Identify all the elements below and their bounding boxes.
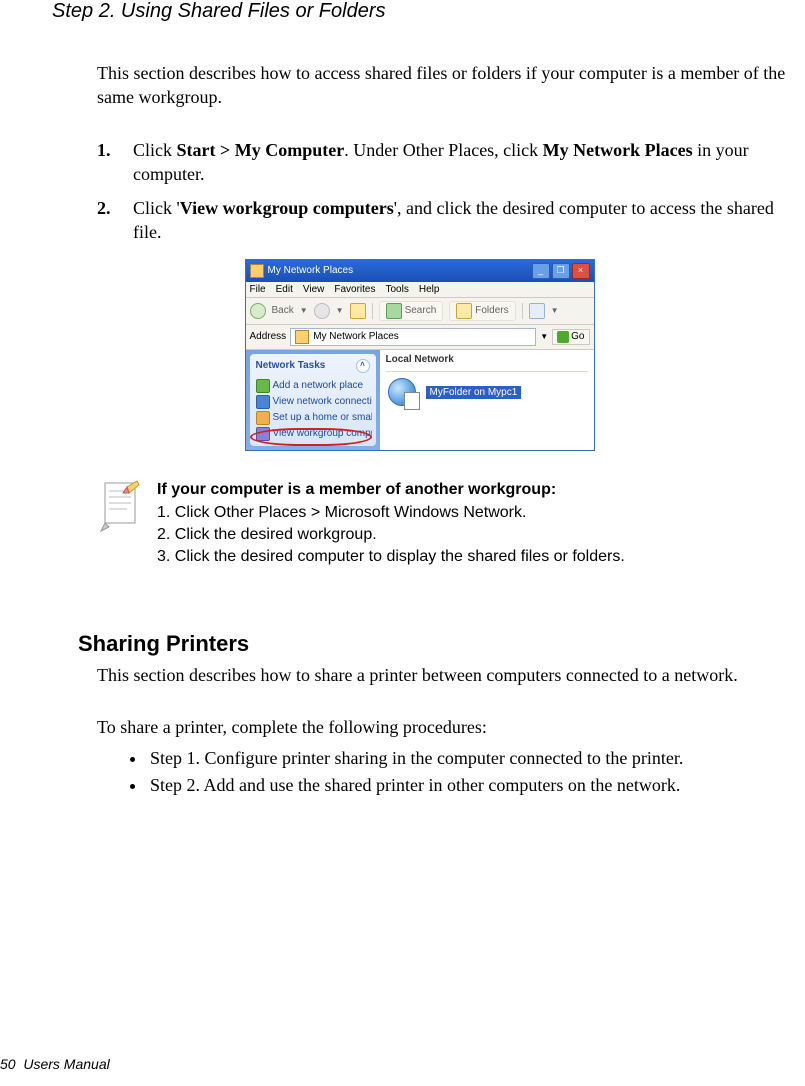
- text: . Under Other Places, click: [344, 140, 542, 160]
- add-place-icon: [256, 379, 270, 393]
- menu-item: File: [250, 284, 266, 295]
- connections-icon: [256, 395, 270, 409]
- menu-bar: File Edit View Favorites Tools Help: [246, 282, 594, 298]
- up-icon: [350, 303, 366, 319]
- list-item: Step 1. Configure printer sharing in the…: [130, 748, 787, 769]
- tasks-header: Network Tasks: [256, 360, 326, 371]
- back-label: Back: [272, 305, 294, 316]
- page-number: 50: [0, 1056, 16, 1072]
- content-pane: Local Network MyFolder on Mypc1: [380, 350, 594, 450]
- menu-item: Edit: [276, 284, 293, 295]
- minimize-icon: _: [532, 263, 550, 279]
- tasks-pane: Network Tasks ˄ Add a network place View…: [246, 350, 380, 450]
- screenshot-window: My Network Places _ ❐ × File Edit View F…: [245, 259, 595, 451]
- footer-label: Users Manual: [23, 1056, 109, 1072]
- close-icon: ×: [572, 263, 590, 279]
- step-title: Step 2. Using Shared Files or Folders: [52, 0, 787, 23]
- section-heading: Sharing Printers: [78, 631, 787, 657]
- menu-item: Favorites: [334, 284, 375, 295]
- bold-text: View workgroup computers: [180, 198, 394, 218]
- maximize-icon: ❐: [552, 263, 570, 279]
- shared-folder-label: MyFolder on Mypc1: [426, 386, 522, 399]
- go-icon: [557, 331, 569, 343]
- note-line: 2. Click the desired workgroup.: [157, 524, 625, 546]
- address-input: My Network Places: [290, 328, 536, 346]
- address-icon: [295, 330, 309, 344]
- intro-paragraph: This section describes how to access sha…: [97, 61, 787, 110]
- window-icon: [250, 264, 264, 278]
- toolbar: Back ▼ ▼ Search Folders ▼: [246, 298, 594, 325]
- list-item: Step 2. Add and use the shared printer i…: [130, 775, 787, 796]
- setup-icon: [256, 411, 270, 425]
- workgroup-icon: [256, 427, 270, 441]
- collapse-icon: ˄: [356, 359, 370, 373]
- menu-item: Help: [419, 284, 440, 295]
- forward-icon: [314, 303, 330, 319]
- go-button: Go: [552, 329, 589, 345]
- bullet-list: Step 1. Configure printer sharing in the…: [130, 748, 787, 796]
- window-title: My Network Places: [268, 265, 354, 276]
- note-line: 1. Click Other Places > Microsoft Window…: [157, 502, 625, 524]
- text: Click ': [133, 198, 180, 218]
- menu-item: Tools: [385, 284, 408, 295]
- folders-icon: [456, 303, 472, 319]
- text: Click: [133, 140, 177, 160]
- list-item: Click Start > My Computer. Under Other P…: [97, 138, 787, 187]
- back-icon: [250, 303, 266, 319]
- address-bar: Address My Network Places ▼ Go: [246, 325, 594, 350]
- note-block: If your computer is a member of another …: [97, 479, 787, 567]
- tasks-list: Add a network place View network connect…: [254, 376, 372, 442]
- address-value: My Network Places: [313, 331, 399, 342]
- titlebar: My Network Places _ ❐ ×: [246, 260, 594, 282]
- search-icon: [386, 303, 402, 319]
- note-heading: If your computer is a member of another …: [157, 479, 625, 501]
- shared-folder-item: MyFolder on Mypc1: [386, 376, 588, 410]
- folders-button: Folders: [449, 301, 515, 321]
- task-item: View network connections: [256, 394, 372, 410]
- group-label: Local Network: [386, 354, 588, 365]
- section-lead: To share a printer, complete the followi…: [97, 717, 787, 738]
- note-line: 3. Click the desired computer to display…: [157, 546, 625, 568]
- network-share-icon: [386, 376, 420, 410]
- bold-text: Start > My Computer: [177, 140, 345, 160]
- task-item: Set up a home or small: [256, 410, 372, 426]
- bold-text: My Network Places: [543, 140, 693, 160]
- address-label: Address: [250, 331, 287, 342]
- section-intro: This section describes how to share a pr…: [97, 663, 787, 687]
- task-item: Add a network place: [256, 378, 372, 394]
- task-item: View workgroup computers: [256, 426, 372, 442]
- page-footer: 50 Users Manual: [0, 1056, 110, 1072]
- search-button: Search: [379, 301, 444, 321]
- views-icon: [529, 303, 545, 319]
- list-item: Click 'View workgroup computers', and cl…: [97, 196, 787, 245]
- note-icon: [97, 479, 143, 567]
- instruction-list: Click Start > My Computer. Under Other P…: [97, 138, 787, 245]
- menu-item: View: [303, 284, 325, 295]
